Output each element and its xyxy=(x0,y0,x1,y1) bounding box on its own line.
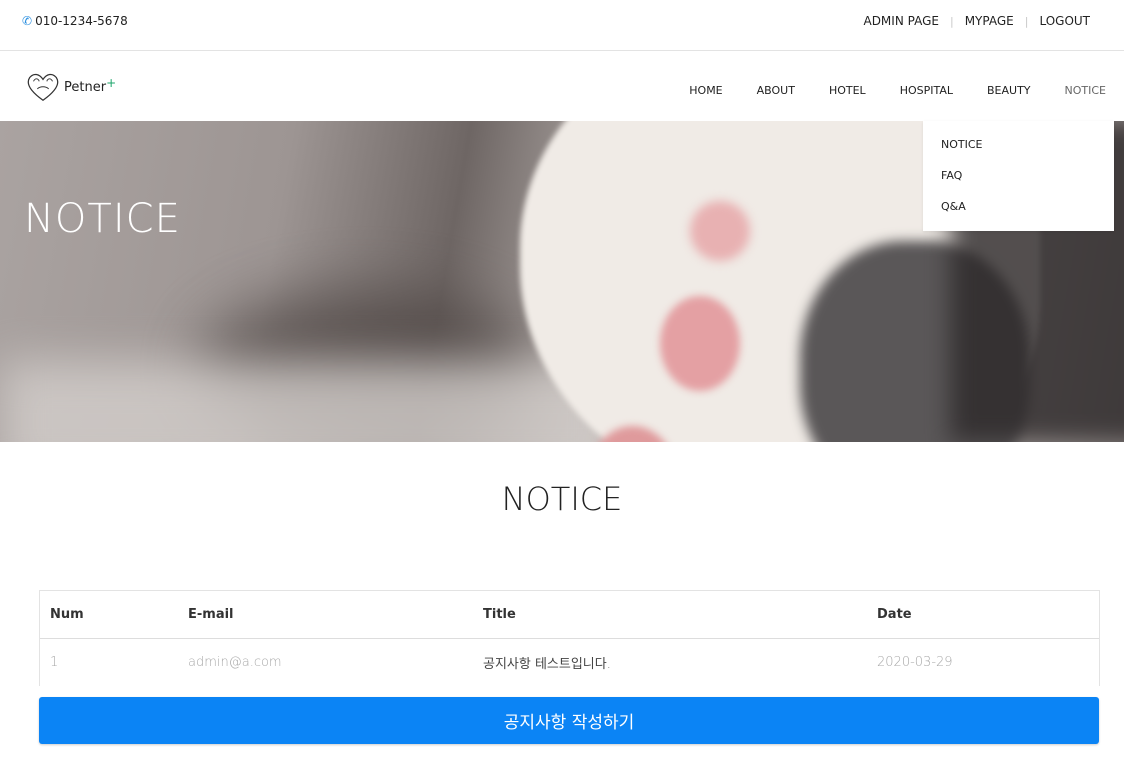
admin-page-link[interactable]: ADMIN PAGE xyxy=(863,14,938,28)
top-links: ADMIN PAGE | MYPAGE | LOGOUT xyxy=(863,14,1090,28)
brand-name: Petner xyxy=(64,79,107,95)
main-menu: HOME ABOUT HOTEL HOSPITAL BEAUTY NOTICE xyxy=(655,84,1106,97)
cell-date: 2020-03-29 xyxy=(877,655,953,670)
notice-dropdown-menu: NOTICE FAQ Q&A xyxy=(923,121,1114,231)
column-header-email: E-mail xyxy=(187,591,482,639)
cell-email: admin@a.com xyxy=(188,655,282,670)
column-header-date: Date xyxy=(876,591,1099,639)
table-header-row: Num E-mail Title Date xyxy=(40,591,1099,639)
nav-item-hotel[interactable]: HOTEL xyxy=(829,84,866,97)
cell-title-link[interactable]: 공지사항 테스트입니다. xyxy=(482,639,876,687)
hero-title: NOTICE xyxy=(24,196,181,242)
table-row[interactable]: 1 admin@a.com 공지사항 테스트입니다. 2020-03-29 xyxy=(40,639,1099,687)
brand-logo[interactable]: Petner + xyxy=(24,69,116,105)
nav-item-notice[interactable]: NOTICE xyxy=(1065,84,1106,97)
paw-pad xyxy=(660,296,740,391)
divider: | xyxy=(949,14,954,28)
nav-item-beauty[interactable]: BEAUTY xyxy=(987,84,1031,97)
page-title: NOTICE xyxy=(501,480,623,518)
hero-image-shade xyxy=(0,361,620,442)
cell-num: 1 xyxy=(50,655,59,670)
divider: | xyxy=(1024,14,1029,28)
nav-item-hospital[interactable]: HOSPITAL xyxy=(900,84,953,97)
phone-icon: ✆ xyxy=(22,14,33,28)
main-navbar: Petner + HOME ABOUT HOTEL HOSPITAL BEAUTY… xyxy=(0,51,1124,121)
phone-contact: ✆ 010-1234-5678 xyxy=(22,14,128,28)
write-notice-button[interactable]: 공지사항 작성하기 xyxy=(39,697,1099,744)
dropdown-item-faq[interactable]: FAQ xyxy=(941,169,962,182)
pet-logo-icon xyxy=(27,73,59,102)
nav-item-about[interactable]: ABOUT xyxy=(757,84,795,97)
mypage-link[interactable]: MYPAGE xyxy=(965,14,1014,28)
top-bar: ✆ 010-1234-5678 ADMIN PAGE | MYPAGE | LO… xyxy=(0,0,1124,51)
dropdown-item-notice[interactable]: NOTICE xyxy=(941,138,982,151)
nav-item-home[interactable]: HOME xyxy=(689,84,722,97)
column-header-num: Num xyxy=(40,591,187,639)
paw-pad xyxy=(690,201,750,261)
column-header-title: Title xyxy=(482,591,876,639)
dropdown-item-qna[interactable]: Q&A xyxy=(941,200,966,213)
notice-table: Num E-mail Title Date 1 admin@a.com 공지사항… xyxy=(39,590,1100,686)
brand-plus: + xyxy=(106,76,117,90)
phone-number: 010-1234-5678 xyxy=(35,14,128,28)
logout-link[interactable]: LOGOUT xyxy=(1039,14,1090,28)
